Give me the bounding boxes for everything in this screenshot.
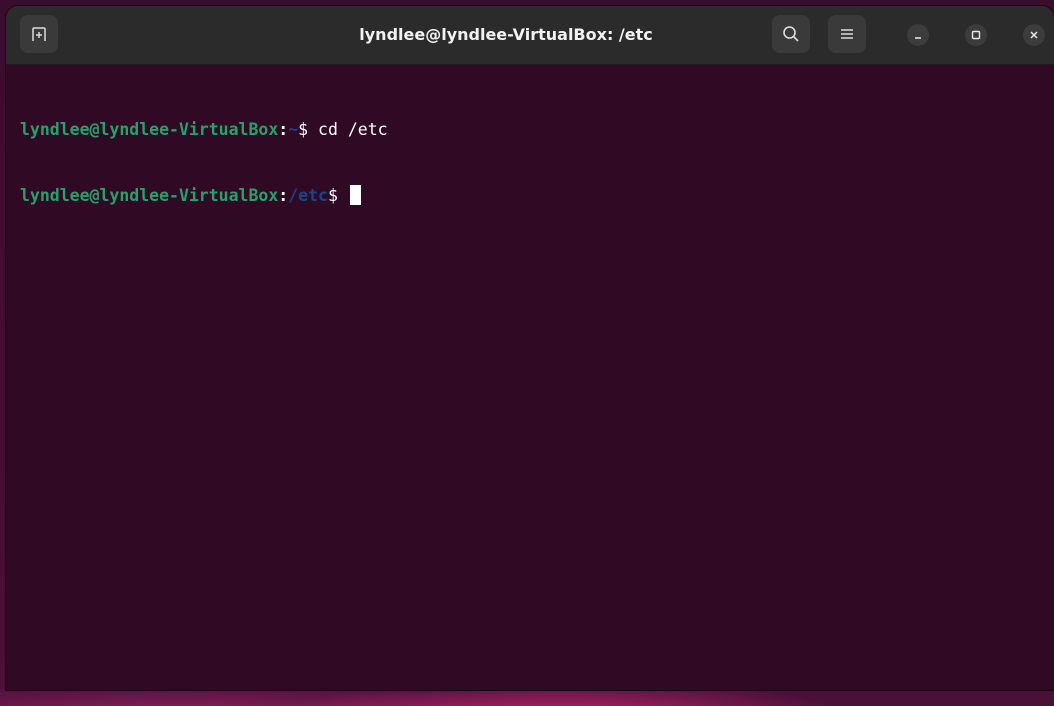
- terminal-line: lyndlee@lyndlee-VirtualBox:~$ cd /etc: [20, 119, 1050, 141]
- command-text: cd /etc: [308, 120, 388, 139]
- terminal-window: lyndlee@lyndlee-VirtualBox: /etc lyndlee…: [6, 6, 1054, 690]
- prompt-colon: :: [278, 120, 289, 139]
- prompt-path: ~: [288, 120, 299, 139]
- prompt-path: /etc: [288, 186, 328, 205]
- prompt-symbol: $: [327, 186, 338, 205]
- maximize-icon: [971, 30, 981, 40]
- command-text: [338, 186, 348, 205]
- menu-button[interactable]: [828, 15, 866, 53]
- hamburger-menu-icon: [841, 29, 853, 39]
- minimize-button[interactable]: [907, 24, 929, 46]
- search-button[interactable]: [772, 15, 810, 53]
- window-title: lyndlee@lyndlee-VirtualBox: /etc: [359, 25, 653, 44]
- prompt-symbol: $: [298, 120, 309, 139]
- maximize-button[interactable]: [965, 24, 987, 46]
- prompt-user-host: lyndlee@lyndlee-VirtualBox: [20, 120, 279, 139]
- text-cursor: [349, 185, 361, 205]
- prompt-colon: :: [278, 186, 289, 205]
- close-icon: [1030, 31, 1038, 39]
- title-bar[interactable]: lyndlee@lyndlee-VirtualBox: /etc: [6, 6, 1054, 65]
- search-icon: [783, 26, 799, 42]
- close-button[interactable]: [1023, 24, 1045, 46]
- new-tab-icon: [32, 27, 46, 41]
- minimize-icon: [915, 37, 921, 39]
- terminal-output[interactable]: lyndlee@lyndlee-VirtualBox:~$ cd /etc ly…: [20, 75, 1050, 685]
- new-tab-button[interactable]: [20, 15, 58, 53]
- prompt-user-host: lyndlee@lyndlee-VirtualBox: [20, 186, 279, 205]
- terminal-line: lyndlee@lyndlee-VirtualBox:/etc$: [20, 185, 1050, 207]
